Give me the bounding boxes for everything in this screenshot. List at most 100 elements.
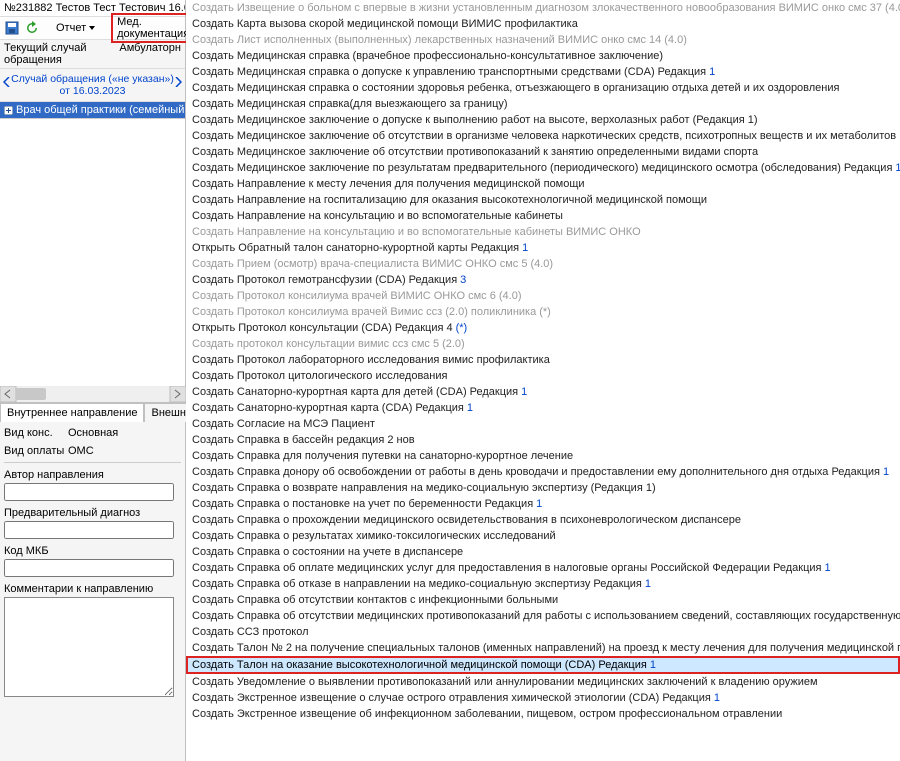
current-case-row: Текущий случай обращения Амбулаторн (0, 40, 185, 68)
chevron-down-icon (89, 26, 95, 30)
menu-item[interactable]: Создать Экстренное извещение о случае ос… (186, 690, 900, 706)
menu-item-suffix: 1 (883, 466, 889, 478)
menu-item[interactable]: Создать Протокол цитологического исследо… (186, 368, 900, 384)
menu-item-suffix: (4.0) (885, 2, 900, 14)
expand-icon[interactable] (4, 106, 13, 115)
menu-item: Создать Направление на консультацию и во… (186, 224, 900, 240)
menu-item[interactable]: Создать Медицинское заключение об отсутс… (186, 128, 900, 144)
menu-item[interactable]: Создать Санаторно-курортная карта для де… (186, 384, 900, 400)
menu-item[interactable]: Создать Санаторно-курортная карта (CDA) … (186, 400, 900, 416)
comments-label: Комментарии к направлению (4, 583, 181, 595)
refresh-icon[interactable] (24, 20, 40, 36)
visit-line2: от 16.03.2023 (2, 85, 183, 97)
menu-item-suffix: (4.0) (499, 290, 522, 302)
menu-item[interactable]: Создать Уведомление о выявлении противоп… (186, 674, 900, 690)
menu-item[interactable]: Создать Медицинская справка(для выезжающ… (186, 96, 900, 112)
menu-item-suffix: (*) (456, 322, 468, 334)
report-button[interactable]: Отчет (52, 21, 99, 35)
menu-item-suffix: 1 (522, 242, 528, 254)
menu-item-suffix: (*) (539, 306, 551, 318)
menu-item-suffix: 1 (467, 402, 473, 414)
chevron-left-icon[interactable] (3, 77, 11, 87)
menu-item[interactable]: Создать Справка о прохождении медицинско… (186, 512, 900, 528)
menu-item[interactable]: Создать Справка о постановке на учет по … (186, 496, 900, 512)
med-documentation-dropdown: Создать Извещение о больном с впервые в … (186, 0, 900, 722)
payment-label: Вид оплаты (4, 445, 62, 457)
menu-item-suffix: 1 (714, 692, 720, 704)
menu-item[interactable]: Создать Протокол лабораторного исследова… (186, 352, 900, 368)
toolbar: Отчет Мед. документация (0, 16, 185, 40)
prelim-diagnosis-field[interactable] (4, 521, 174, 539)
menu-item-suffix: 1 (645, 578, 651, 590)
mkb-field[interactable] (4, 559, 174, 577)
menu-item[interactable]: Создать Согласие на МСЭ Пациент (186, 416, 900, 432)
menu-item[interactable]: Создать Справка в бассейн редакция 2 нов (186, 432, 900, 448)
menu-item[interactable]: Создать Талон на оказание высокотехнолог… (186, 656, 900, 674)
menu-item-suffix: 1 (895, 162, 900, 174)
mkb-label: Код МКБ (4, 545, 181, 557)
menu-item-suffix: (4.0) (530, 258, 553, 270)
author-label: Автор направления (4, 469, 181, 481)
referral-form: Вид конс. Вид оплаты Автор направления П… (0, 422, 185, 704)
author-field[interactable] (4, 483, 174, 501)
menu-item[interactable]: Создать Справка донору об освобождении о… (186, 464, 900, 480)
menu-item[interactable]: Создать Медицинское заключение по резуль… (186, 160, 900, 176)
consult-kind-field[interactable] (66, 426, 166, 440)
menu-item-suffix: (4.0) (664, 34, 687, 46)
menu-item[interactable]: Создать Медицинское заключение о допуске… (186, 112, 900, 128)
menu-item[interactable]: Создать Медицинская справка (врачебное п… (186, 48, 900, 64)
menu-item[interactable]: Создать Направление на госпитализацию дл… (186, 192, 900, 208)
menu-item[interactable]: Создать Карта вызова скорой медицинской … (186, 16, 900, 32)
menu-item-suffix: 1 (521, 386, 527, 398)
menu-item[interactable]: Открыть Обратный талон санаторно-курортн… (186, 240, 900, 256)
menu-item[interactable]: Создать Экстренное извещение об инфекцио… (186, 706, 900, 722)
menu-item-suffix: 1 (536, 498, 542, 510)
menu-item[interactable]: Создать Талон № 2 на получение специальн… (186, 640, 900, 656)
current-case-label: Текущий случай обращения (4, 42, 113, 66)
menu-item[interactable]: Создать Протокол гемотрансфузии (CDA) Ре… (186, 272, 900, 288)
menu-item[interactable]: Создать Справка о возврате направления н… (186, 480, 900, 496)
visit-tree-area (0, 118, 185, 386)
menu-item[interactable]: Создать Справка о состоянии на учете в д… (186, 544, 900, 560)
prelim-diagnosis-label: Предварительный диагноз (4, 507, 181, 519)
comments-field[interactable] (4, 597, 174, 697)
menu-item[interactable]: Создать Справка об отсутствии контактов … (186, 592, 900, 608)
payment-field[interactable] (66, 444, 166, 458)
menu-item[interactable]: Создать Медицинское заключение об отсутс… (186, 144, 900, 160)
menu-item: Создать Протокол консилиума врачей Вимис… (186, 304, 900, 320)
menu-item[interactable]: Создать ССЗ протокол (186, 624, 900, 640)
meddoc-label: Мед. документация (117, 16, 189, 40)
chevron-right-icon[interactable] (174, 77, 182, 87)
menu-item-suffix: 1 (825, 562, 831, 574)
referral-tabs: Внутреннее направление Внешнее на (0, 402, 185, 422)
tab-internal-referral[interactable]: Внутреннее направление (0, 403, 144, 422)
menu-item: Создать Протокол консилиума врачей ВИМИС… (186, 288, 900, 304)
doctor-label: Врач общей практики (семейный в (16, 104, 185, 116)
menu-item[interactable]: Создать Направление к месту лечения для … (186, 176, 900, 192)
menu-item: Создать Прием (осмотр) врача-специалиста… (186, 256, 900, 272)
menu-item: Создать Извещение о больном с впервые в … (186, 0, 900, 16)
consult-kind-label: Вид конс. (4, 427, 62, 439)
doctor-row[interactable]: Врач общей практики (семейный в (0, 102, 185, 118)
menu-item[interactable]: Создать Направление на консультацию и во… (186, 208, 900, 224)
report-label: Отчет (56, 22, 86, 34)
menu-item[interactable]: Создать Справка об отсутствии медицински… (186, 608, 900, 624)
visit-line1: Случай обращения («не указан») (2, 73, 183, 85)
menu-item: Создать протокол консультации вимис ссз … (186, 336, 900, 352)
save-icon[interactable] (4, 20, 20, 36)
menu-item[interactable]: Создать Справка о результатах химико-ток… (186, 528, 900, 544)
menu-item[interactable]: Создать Справка для получения путевки на… (186, 448, 900, 464)
menu-item[interactable]: Создать Медицинская справка о состоянии … (186, 80, 900, 96)
menu-item: Создать Лист исполненных (выполненных) л… (186, 32, 900, 48)
menu-item-suffix: 1 (709, 66, 715, 78)
horizontal-scrollbar[interactable] (0, 386, 186, 402)
menu-item-suffix: 3 (460, 274, 466, 286)
current-case-value: Амбулаторн (119, 42, 181, 66)
menu-item-suffix: 1 (650, 659, 656, 671)
menu-item[interactable]: Открыть Протокол консультации (CDA) Реда… (186, 320, 900, 336)
visit-navigator[interactable]: Случай обращения («не указан») от 16.03.… (0, 68, 185, 102)
menu-item[interactable]: Создать Медицинская справка о допуске к … (186, 64, 900, 80)
menu-item[interactable]: Создать Справка об отказе в направлении … (186, 576, 900, 592)
menu-item-suffix: (2.0) (442, 338, 465, 350)
menu-item[interactable]: Создать Справка об оплате медицинских ус… (186, 560, 900, 576)
